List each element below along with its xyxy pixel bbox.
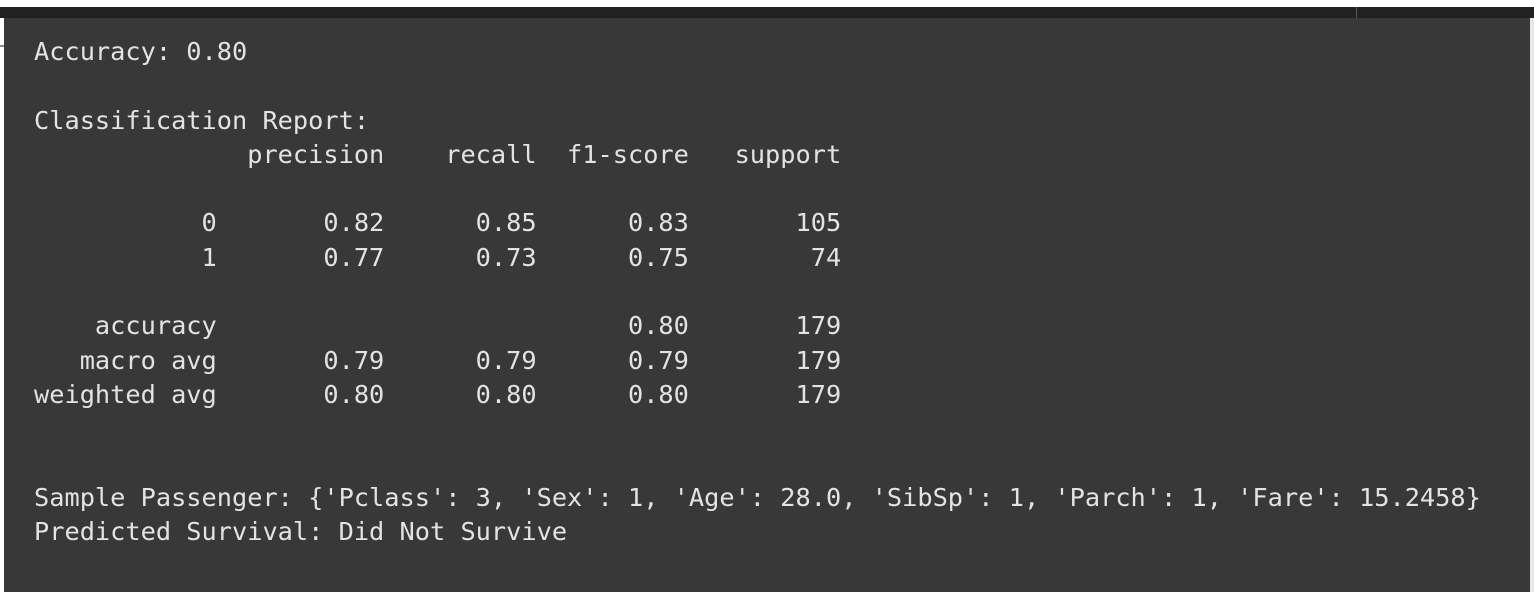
cell-output-text: Accuracy: 0.80 Classification Report: pre… [34, 35, 1481, 549]
report-row-class-0: 0 0.82 0.85 0.83 105 [34, 208, 842, 238]
report-row-macro-avg: macro avg 0.79 0.79 0.79 179 [34, 345, 842, 375]
sample-passenger-line: Sample Passenger: {'Pclass': 3, 'Sex': 1… [34, 482, 1481, 512]
report-row-weighted-avg: weighted avg 0.80 0.80 0.80 179 [34, 379, 842, 409]
predicted-survival-line: Predicted Survival: Did Not Survive [34, 517, 568, 547]
report-title: Classification Report: [34, 105, 370, 135]
cell-divider-bar [0, 7, 1534, 18]
output-gutter-marker [0, 45, 4, 47]
report-row-accuracy: accuracy 0.80 179 [34, 311, 842, 341]
report-header: precision recall f1-score support [34, 139, 842, 169]
report-row-class-1: 1 0.77 0.73 0.75 74 [34, 242, 842, 272]
panel-right-edge [1530, 18, 1534, 592]
accuracy-line: Accuracy: 0.80 [34, 37, 248, 66]
cut-off-header [0, 0, 1534, 7]
divider-tick [1356, 7, 1357, 18]
